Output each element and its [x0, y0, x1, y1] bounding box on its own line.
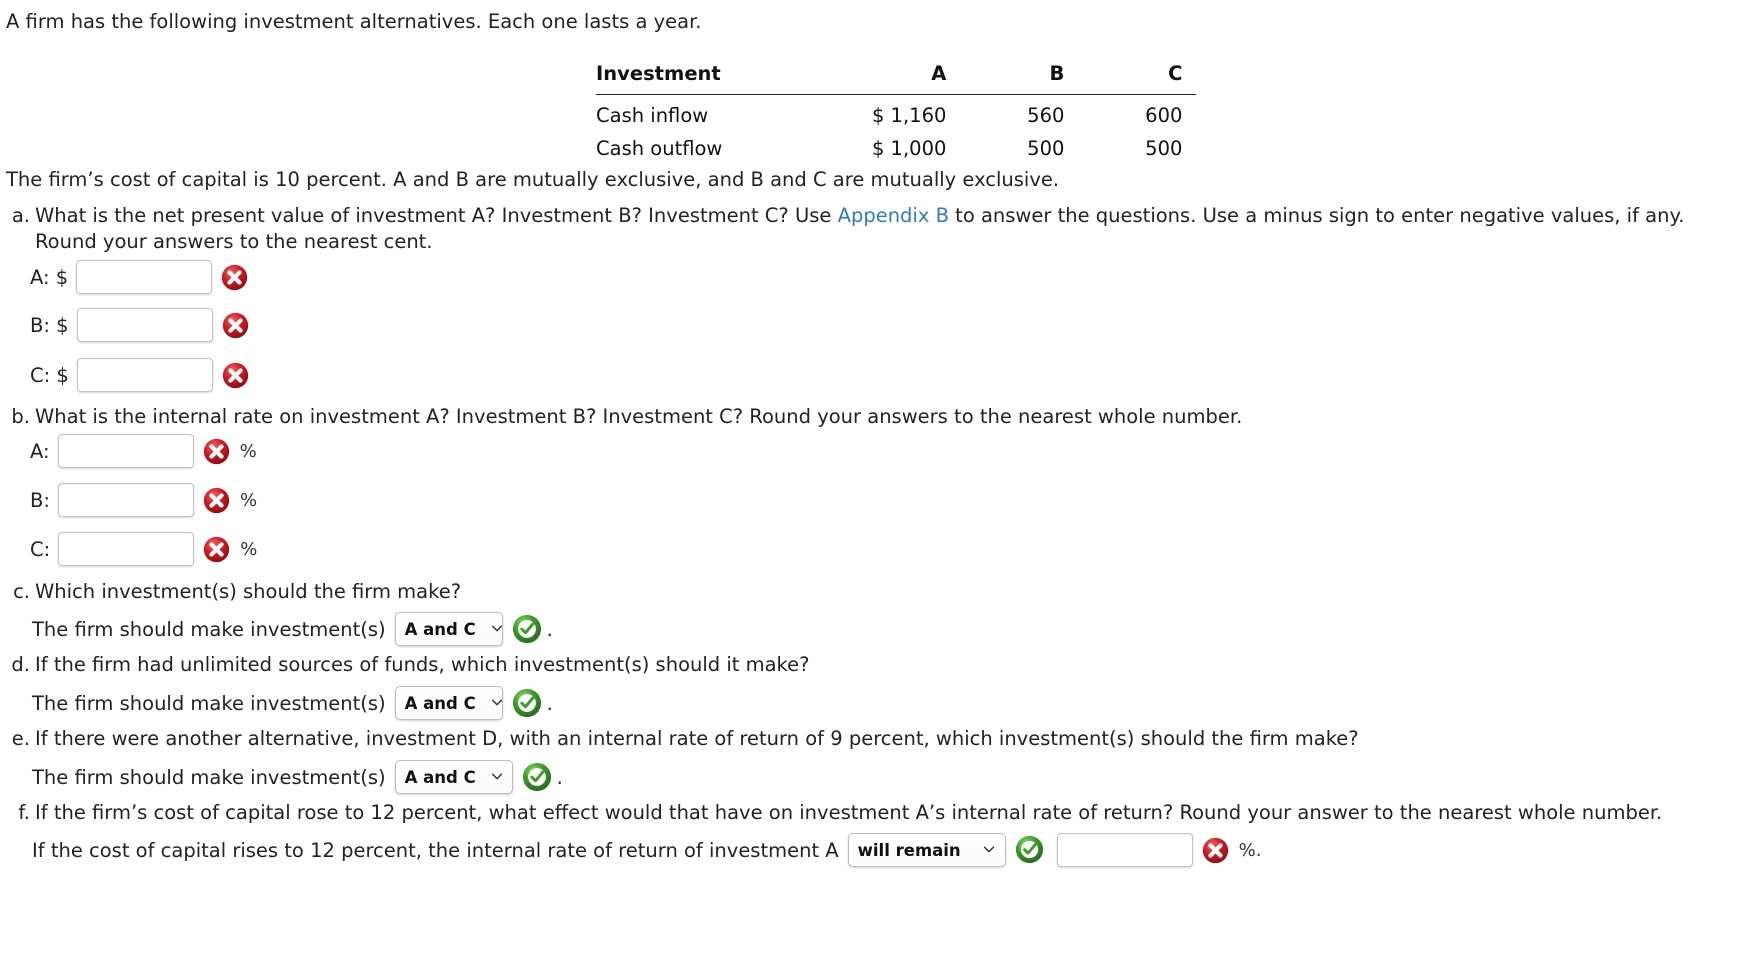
answer-row-d: The firm should make investment(s) A and…: [32, 686, 553, 720]
question-e: e. If there were another alternative, inv…: [6, 726, 1359, 751]
question-f-marker: f.: [18, 801, 30, 824]
cell-inflow-b: 560: [1027, 103, 1065, 127]
chevron-down-icon: [476, 768, 504, 787]
question-c: c. Which investment(s) should the firm ma…: [6, 579, 461, 604]
irr-a-input[interactable]: [57, 434, 194, 468]
answer-prefix-e: The firm should make investment(s): [32, 765, 386, 789]
error-x-icon: [221, 264, 248, 291]
question-e-text: If there were another alternative, inves…: [35, 727, 1359, 750]
question-a-text-before-link: What is the net present value of investm…: [35, 204, 838, 227]
error-x-icon: [222, 312, 249, 339]
period-c: .: [546, 617, 553, 641]
error-x-icon: [222, 362, 249, 389]
investment-table: Investment A B C Cash inflow $ 1,160 560…: [596, 58, 1197, 166]
percent-label: %: [239, 440, 257, 462]
answer-label-b: B:: [30, 488, 50, 512]
col-header-c: C: [1168, 62, 1183, 86]
irr-effect-input[interactable]: [1056, 833, 1193, 867]
npv-a-input[interactable]: [76, 260, 213, 294]
answer-row-b-irr-c: C: %: [30, 532, 257, 566]
question-b: b. What is the internal rate on investmen…: [6, 404, 1242, 429]
table-header-row: Investment A B C: [596, 58, 1197, 94]
investment-select-c-value: A and C: [404, 619, 476, 639]
investment-select-d-value: A and C: [404, 693, 476, 713]
investment-select-d[interactable]: A and C: [394, 686, 504, 720]
effect-select-f[interactable]: will remain: [847, 833, 1006, 867]
table-body: Cash inflow $ 1,160 560 600 Cash outflow…: [596, 94, 1196, 166]
investment-select-c[interactable]: A and C: [394, 612, 504, 646]
npv-c-input[interactable]: [76, 358, 213, 392]
answer-label-c: C:: [30, 537, 51, 561]
cell-inflow-c: 600: [1145, 103, 1183, 127]
answer-prefix-c: The firm should make investment(s): [32, 617, 386, 641]
answer-label-a: A: $: [30, 265, 69, 289]
answer-row-c: The firm should make investment(s) A and…: [32, 612, 553, 646]
success-check-icon: [512, 614, 542, 644]
chevron-down-icon: [476, 620, 504, 639]
error-x-icon: [203, 487, 230, 514]
investment-table-wrapper: Investment A B C Cash inflow $ 1,160 560…: [596, 58, 1197, 166]
answer-prefix-d: The firm should make investment(s): [32, 691, 386, 715]
chevron-down-icon: [476, 694, 504, 713]
question-b-text: What is the internal rate on investment …: [35, 405, 1243, 428]
table-row: Cash outflow $ 1,000 500 500: [596, 130, 1196, 166]
success-check-icon: [512, 688, 542, 718]
cell-outflow-c: 500: [1145, 136, 1183, 160]
investment-select-e[interactable]: A and C: [394, 760, 513, 794]
question-c-marker: c.: [13, 580, 30, 603]
cell-outflow-b: 500: [1027, 136, 1065, 160]
effect-select-f-value: will remain: [857, 840, 961, 860]
col-header-a: A: [931, 62, 947, 86]
percent-label: %: [239, 489, 258, 511]
irr-c-input[interactable]: [58, 532, 195, 566]
period-d: .: [546, 691, 553, 715]
row-label-cash-outflow: Cash outflow: [596, 136, 723, 160]
table-row: Cash inflow $ 1,160 560 600: [596, 94, 1196, 130]
investment-select-e-value: A and C: [404, 767, 476, 787]
question-f: f. If the firm’s cost of capital rose to …: [6, 800, 1662, 825]
error-x-icon: [203, 438, 230, 465]
period-e: .: [556, 765, 563, 789]
cell-inflow-a: $ 1,160: [871, 103, 947, 127]
intro-text: A firm has the following investment alte…: [6, 10, 702, 33]
answer-row-f: If the cost of capital rises to 12 perce…: [32, 833, 1261, 867]
worksheet-page: A firm has the following investment alte…: [0, 0, 1745, 976]
error-x-icon: [1202, 837, 1229, 864]
col-header-b: B: [1049, 62, 1065, 86]
cost-of-capital-text: The firm’s cost of capital is 10 percent…: [6, 168, 1060, 191]
answer-label-a: A:: [30, 439, 50, 463]
success-check-icon: [522, 762, 552, 792]
question-e-marker: e.: [11, 727, 30, 750]
percent-label: %: [240, 538, 258, 560]
answer-row-e: The firm should make investment(s) A and…: [32, 760, 563, 794]
answer-prefix-f: If the cost of capital rises to 12 perce…: [32, 838, 839, 862]
question-a-text: What is the net present value of investm…: [35, 203, 1736, 255]
row-label-cash-inflow: Cash inflow: [596, 103, 709, 127]
answer-label-b: B: $: [30, 313, 69, 337]
answer-row-a-npv-c: C: $: [30, 358, 249, 392]
question-d-marker: d.: [11, 653, 30, 676]
answer-row-a-npv-b: B: $: [30, 308, 249, 342]
answer-row-b-irr-a: A: %: [30, 434, 257, 468]
question-f-text: If the firm’s cost of capital rose to 12…: [35, 801, 1663, 824]
answer-row-a-npv-a: A: $: [30, 260, 248, 294]
question-d-text: If the firm had unlimited sources of fun…: [35, 653, 810, 676]
cell-outflow-a: $ 1,000: [871, 136, 947, 160]
table-head: Investment A B C: [596, 58, 1197, 94]
question-c-text: Which investment(s) should the firm make…: [35, 580, 462, 603]
chevron-down-icon: [968, 841, 996, 860]
irr-b-input[interactable]: [57, 483, 194, 517]
npv-b-input[interactable]: [76, 308, 213, 342]
question-a: a. What is the net present value of inve…: [6, 203, 1736, 255]
error-x-icon: [203, 536, 230, 563]
answer-label-c: C: $: [30, 363, 69, 387]
col-header-investment: Investment: [596, 62, 721, 86]
question-d: d. If the firm had unlimited sources of f…: [6, 652, 810, 677]
percent-label-f: %.: [1238, 839, 1262, 861]
question-a-marker: a.: [11, 204, 30, 227]
question-b-marker: b.: [11, 405, 30, 428]
appendix-b-link[interactable]: Appendix B: [838, 204, 949, 227]
success-check-icon: [1015, 835, 1045, 865]
answer-row-b-irr-b: B: %: [30, 483, 257, 517]
